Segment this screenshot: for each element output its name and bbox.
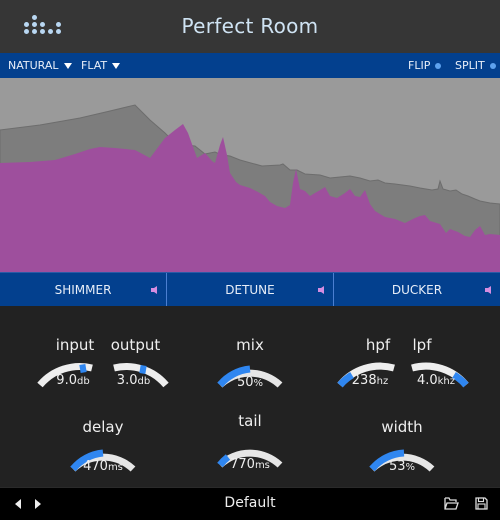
input-knob[interactable]: input 9.0db (30, 334, 100, 394)
tab-detune-label: DETUNE (225, 283, 275, 297)
dropdown-triangle-icon (112, 62, 121, 69)
effects-tabs: SHIMMER DETUNE DUCKER (0, 272, 500, 307)
header: Perfect Room (0, 0, 500, 53)
lpf-knob[interactable]: lpf 4.0khz (404, 334, 476, 394)
toggle-dot-icon (435, 62, 442, 69)
preset-name[interactable]: Default (0, 495, 500, 511)
output-value: 3.0db (116, 373, 151, 388)
tab-ducker-label: DUCKER (391, 283, 443, 297)
tab-ducker[interactable]: DUCKER (334, 273, 500, 307)
footer-bar: Default (0, 487, 500, 520)
delay-value: 470ms (83, 459, 123, 474)
output-knob[interactable]: output 3.0db (100, 334, 175, 394)
spectrum-display (0, 78, 500, 273)
flat-dropdown[interactable]: FLAT (81, 59, 121, 72)
width-knob[interactable]: width 53% (362, 416, 442, 480)
width-value: 53% (388, 459, 416, 474)
flip-toggle-label: FLIP (408, 59, 431, 72)
natural-dropdown-label: NATURAL (8, 59, 59, 72)
toggle-dot-icon (489, 62, 496, 69)
folder-open-icon[interactable] (444, 497, 459, 510)
tail-knob[interactable]: tail 770ms (210, 410, 290, 480)
tab-shimmer-label: SHIMMER (54, 283, 112, 297)
spectrum-graph (0, 104, 500, 273)
dropdown-triangle-icon (63, 62, 72, 69)
tail-label: tail (238, 412, 262, 430)
flat-dropdown-label: FLAT (81, 59, 108, 72)
delay-knob[interactable]: delay 470ms (63, 416, 143, 480)
app-title: Perfect Room (181, 14, 319, 38)
mix-value: 50% (236, 375, 264, 390)
split-toggle-label: SPLIT (455, 59, 485, 72)
save-icon[interactable] (475, 497, 488, 510)
speaker-icon[interactable] (317, 285, 327, 295)
mix-knob[interactable]: mix 50% (210, 334, 290, 394)
width-label: width (381, 418, 423, 436)
tab-detune[interactable]: DETUNE (167, 273, 333, 307)
tail-value: 770ms (230, 457, 270, 472)
tab-shimmer[interactable]: SHIMMER (0, 273, 166, 307)
speaker-icon[interactable] (484, 285, 494, 295)
controls-panel: input 9.0db output 3.0db mix 50% hpf 238… (0, 306, 500, 487)
lpf-value: 4.0khz (416, 373, 456, 388)
flip-toggle[interactable]: FLIP (408, 59, 442, 72)
hpf-value: 238hz (351, 373, 389, 388)
speaker-icon[interactable] (150, 285, 160, 295)
mode-bar: NATURAL FLAT FLIP SPLIT (0, 53, 500, 78)
split-toggle[interactable]: SPLIT (455, 59, 496, 72)
delay-label: delay (82, 418, 124, 436)
natural-dropdown[interactable]: NATURAL (8, 59, 72, 72)
